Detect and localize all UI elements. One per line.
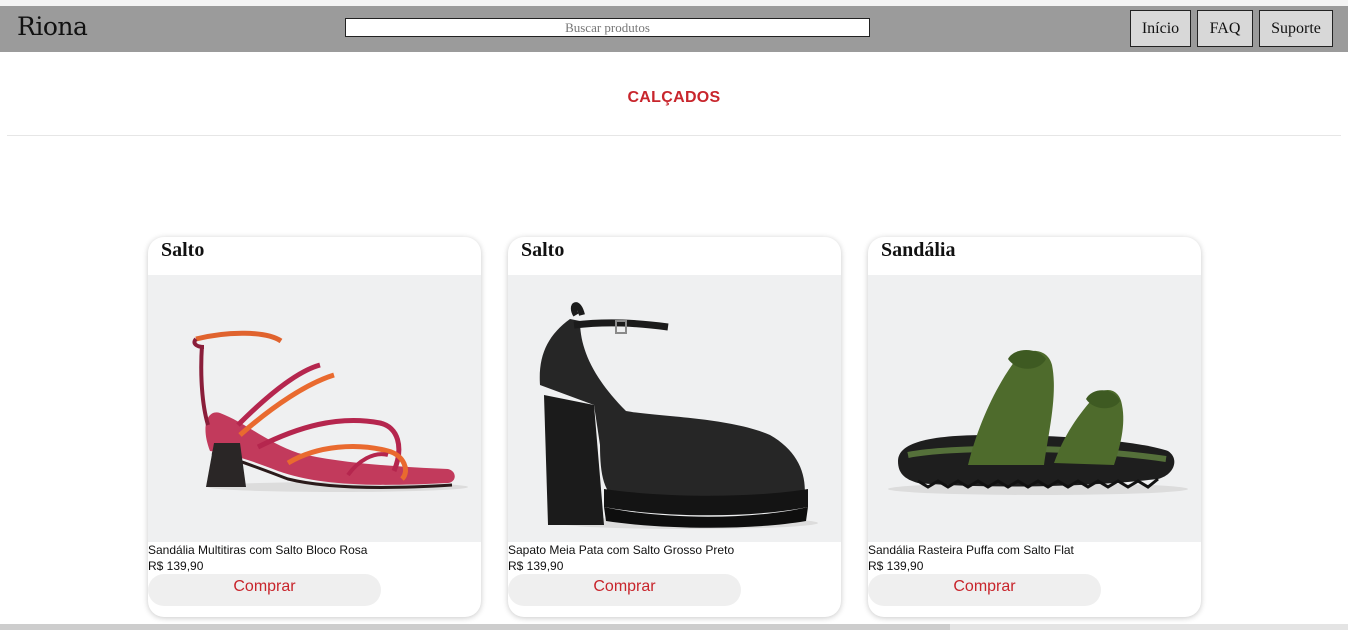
product-name[interactable]: Sandália Rasteira Puffa com Salto Flat	[868, 543, 1201, 557]
product-image[interactable]	[868, 275, 1201, 542]
section-title: CALÇADOS	[627, 89, 721, 106]
product-price: R$ 139,90	[868, 559, 924, 573]
buy-button[interactable]: Comprar	[148, 574, 381, 606]
nav-faq-button[interactable]: FAQ	[1197, 10, 1253, 47]
buy-button[interactable]: Comprar	[868, 574, 1101, 606]
nav-inicio-button[interactable]: Início	[1130, 10, 1191, 47]
black-platform-shoe-icon	[539, 302, 818, 529]
product-name[interactable]: Sapato Meia Pata com Salto Grosso Preto	[508, 543, 841, 557]
product-price: R$ 139,90	[148, 559, 204, 573]
product-category: Sandália	[881, 239, 956, 261]
product-card: Salto Sapato Meia Pata com Salto Grosso …	[508, 237, 841, 617]
green-puffy-sandal-icon	[888, 350, 1188, 495]
product-price: R$ 139,90	[508, 559, 564, 573]
nav-suporte-button[interactable]: Suporte	[1259, 10, 1333, 47]
search-input[interactable]	[345, 18, 870, 37]
navbar: Riona Início FAQ Suporte	[0, 6, 1348, 52]
scrollbar-thumb[interactable]	[0, 624, 950, 630]
pink-strappy-sandal-icon	[192, 330, 468, 492]
product-image[interactable]	[148, 275, 481, 542]
horizontal-scrollbar[interactable]	[0, 624, 1348, 630]
product-card: Salto Sandália Multitiras com Salto Bloc…	[148, 237, 481, 617]
product-card: Sandália Sandália Rasteira Puffa com Sal…	[868, 237, 1201, 617]
product-category: Salto	[521, 239, 565, 261]
product-name[interactable]: Sandália Multitiras com Salto Bloco Rosa	[148, 543, 481, 557]
product-image[interactable]	[508, 275, 841, 542]
buy-button[interactable]: Comprar	[508, 574, 741, 606]
product-category: Salto	[161, 239, 205, 261]
brand-logo[interactable]: Riona	[17, 12, 88, 41]
section-divider	[7, 135, 1341, 136]
